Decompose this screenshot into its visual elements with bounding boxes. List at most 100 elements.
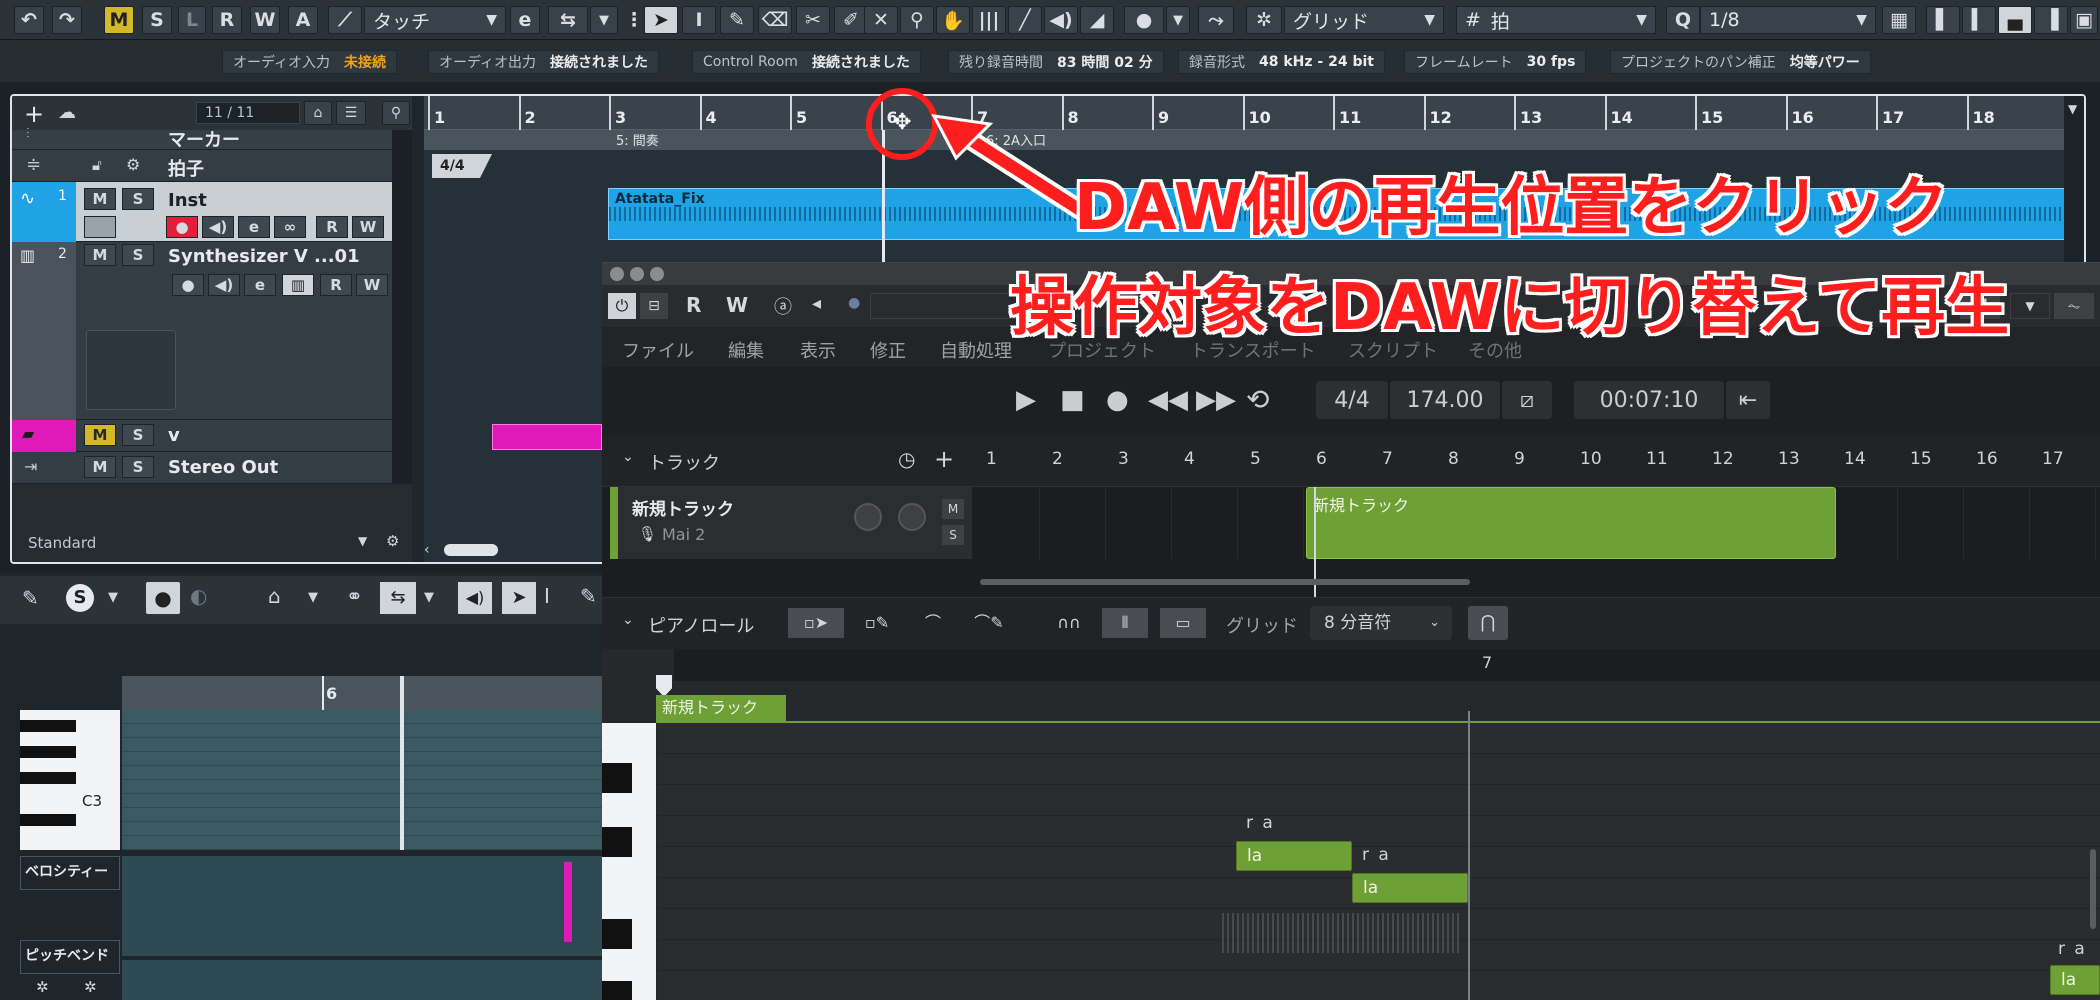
insert-link-icon[interactable]: ∞ — [274, 216, 306, 238]
power-icon[interactable]: ⏻ — [608, 293, 636, 319]
eraser-tool-icon[interactable]: ⌫ — [758, 6, 792, 34]
chevron-down-icon[interactable]: ▼ — [1166, 6, 1190, 34]
menu-view[interactable]: 表示 — [800, 337, 836, 363]
horizontal-scrollbar[interactable] — [980, 579, 1470, 585]
automation-curve-icon[interactable]: ⏦ — [2054, 293, 2094, 319]
pointer-tool-icon[interactable]: ➤ — [644, 6, 678, 34]
playhead-marker[interactable] — [656, 675, 672, 697]
glue-tool-icon[interactable]: ✐ — [834, 6, 868, 34]
chevron-down-icon[interactable]: ▼ — [358, 534, 367, 548]
magnet-snap-icon[interactable]: ⋂ — [1468, 606, 1508, 640]
track-mute-button[interactable]: M — [942, 499, 964, 519]
velocity-lane[interactable] — [122, 856, 602, 956]
menu-modify[interactable]: 修正 — [870, 337, 906, 363]
time-signature-display[interactable]: 4/4 — [1316, 381, 1388, 419]
black-key[interactable] — [20, 746, 76, 758]
snap-icon[interactable]: ⇆ — [548, 6, 588, 34]
pan-knob[interactable] — [898, 503, 926, 531]
piano-keys-icon[interactable]: ▥ — [282, 274, 314, 296]
add-track-icon[interactable]: + — [24, 100, 44, 128]
solo-button[interactable]: S — [122, 456, 154, 478]
pointer-tool-icon[interactable]: ➤ — [502, 582, 536, 614]
return-to-start-icon[interactable]: ⇤ — [1726, 381, 1770, 419]
pitchbend-lane-label[interactable]: ピッチベンド — [20, 940, 120, 974]
range-tool-icon[interactable]: I — [682, 6, 716, 34]
vertical-scrollbar[interactable] — [2090, 849, 2096, 929]
search-icon[interactable]: ⚲ — [382, 101, 410, 125]
track-list-scrollbar[interactable] — [392, 130, 412, 484]
snap-on-icon[interactable]: ⤳ — [1198, 6, 1234, 34]
add-folder-icon[interactable]: ☁ — [58, 102, 76, 123]
chevron-down-icon[interactable]: ▼ — [424, 590, 434, 605]
track-header[interactable]: 新規トラック 🎙︎ Mai 2 M S — [610, 487, 972, 559]
list-icon[interactable]: ☰ — [336, 101, 366, 125]
read-automation-button[interactable]: R — [686, 293, 701, 317]
quantize-select[interactable]: 1/8 ▼ — [1700, 6, 1876, 34]
status-control-room[interactable]: Control Room 接続されました — [692, 50, 921, 74]
black-key[interactable] — [602, 919, 632, 949]
layout-inspector-icon[interactable]: ▍ — [1962, 6, 1996, 34]
note-pen-tool-icon[interactable]: ▫✎ — [854, 608, 900, 638]
stop-icon[interactable]: ■ — [1060, 385, 1085, 415]
time-display[interactable]: 00:07:10 — [1574, 381, 1724, 419]
redo-button[interactable]: ↷ — [52, 6, 82, 34]
note[interactable]: la — [1352, 873, 1468, 903]
solo-editor-icon[interactable]: S — [66, 584, 94, 612]
add-track-icon[interactable]: + — [934, 445, 954, 473]
tempo-display[interactable]: 174.00 — [1390, 381, 1500, 419]
mute-button[interactable]: M — [84, 424, 116, 446]
rewind-icon[interactable]: ◀◀ — [1148, 385, 1188, 415]
key-editor-ruler[interactable]: 6 — [122, 676, 602, 710]
pitch-curve-icon[interactable]: ∩∩ — [1046, 608, 1092, 638]
solo-button[interactable]: S — [122, 244, 154, 266]
clock-icon[interactable]: ◷ — [898, 447, 915, 471]
note[interactable]: la — [2050, 965, 2100, 995]
track-inst[interactable]: ∿ 1 M S Inst ● ◀) e ∞ R W — [12, 182, 412, 242]
scroll-left-icon[interactable]: ‹ — [424, 542, 430, 558]
fast-forward-icon[interactable]: ▶▶ — [1196, 385, 1236, 415]
chevron-down-icon[interactable]: ▼ — [308, 590, 318, 605]
piano-keyboard[interactable]: C3 — [20, 710, 120, 850]
mode-r-button[interactable]: R — [212, 6, 242, 34]
volume-knob[interactable] — [854, 503, 882, 531]
write-button[interactable]: W — [356, 274, 388, 296]
home-icon[interactable]: ⌂ — [268, 584, 281, 608]
black-key[interactable] — [602, 981, 632, 1000]
status-frame-rate[interactable]: フレームレート 30 fps — [1404, 50, 1587, 74]
mute-tool-icon[interactable]: ✕ — [864, 6, 898, 34]
range-tool-icon[interactable]: I — [544, 584, 550, 608]
lock-icon[interactable]: 🔓︎ — [92, 156, 102, 174]
pitch-pen-tool-icon[interactable]: ⌒✎ — [966, 608, 1012, 638]
grid-select[interactable]: 8 分音符 ⌄ — [1310, 606, 1452, 640]
pitchbend-lane[interactable] — [122, 960, 602, 1000]
loop-icon[interactable]: ⟲ — [1246, 383, 1269, 416]
hand-tool-icon[interactable]: ✋ — [936, 6, 970, 34]
black-key[interactable] — [20, 772, 76, 784]
mute-button[interactable]: M — [84, 244, 116, 266]
layout-left-icon[interactable]: ▌ — [1926, 6, 1960, 34]
grid-type-select[interactable]: # 拍 ▼ — [1456, 6, 1656, 34]
pencil-tool-icon[interactable]: ✎ — [720, 6, 754, 34]
write-button[interactable]: W — [352, 216, 384, 238]
solo-button[interactable]: S — [122, 188, 154, 210]
track-synthesizer-v[interactable]: ▥ 2 M S Synthesizer V ...01 ● ◀) e ▥ R W — [12, 242, 412, 420]
maximize-icon[interactable] — [650, 267, 664, 281]
horizontal-scrollbar[interactable] — [444, 544, 498, 556]
solo-button[interactable]: S — [122, 424, 154, 446]
record-enable-button[interactable]: ● — [166, 216, 198, 238]
mode-m-button[interactable]: M — [104, 6, 134, 34]
status-audio-output[interactable]: オーディオ出力 接続されました — [428, 50, 660, 74]
zoom-tool-icon[interactable]: ⚲ — [900, 6, 934, 34]
layout-lower-zone-icon[interactable]: ▄ — [1998, 6, 2032, 34]
gear-icon[interactable]: ⚙ — [126, 155, 140, 174]
black-key[interactable] — [20, 814, 76, 826]
layout-right-icon[interactable]: ▐ — [2034, 6, 2068, 34]
mute-button[interactable]: M — [84, 456, 116, 478]
time-warp-tool-icon[interactable]: ||| — [972, 6, 1006, 34]
black-key[interactable] — [20, 720, 76, 732]
sidechain-icon[interactable]: ● — [848, 295, 860, 311]
gear-icon[interactable]: ⚙ — [386, 532, 399, 550]
line-tool-icon[interactable]: ╱ — [1008, 6, 1042, 34]
previous-preset-icon[interactable]: ◂ — [812, 293, 821, 314]
record-enable-button[interactable]: ● — [172, 274, 204, 296]
